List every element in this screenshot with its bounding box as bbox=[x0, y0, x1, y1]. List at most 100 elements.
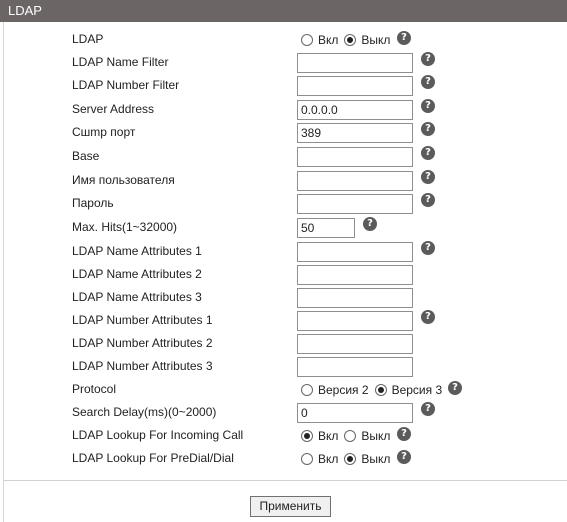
setting-row: Имя пользователя? bbox=[0, 170, 567, 191]
radio-button[interactable] bbox=[301, 34, 313, 46]
setting-row: Search Delay(ms)(0~2000)? bbox=[0, 402, 567, 423]
setting-control bbox=[297, 194, 413, 214]
help-icon[interactable]: ? bbox=[421, 99, 435, 113]
divider bbox=[4, 480, 567, 481]
setting-row: LDAP Lookup For Incoming Call Вкл Выкл? bbox=[0, 426, 567, 446]
help-icon[interactable]: ? bbox=[421, 310, 435, 324]
setting-control: Вкл Выкл bbox=[297, 30, 392, 50]
setting-label: Max. Hits(1~32000) bbox=[72, 220, 178, 234]
radio-label: Выкл bbox=[361, 452, 391, 466]
setting-control: Вкл Выкл bbox=[297, 426, 392, 446]
section-title: LDAP bbox=[8, 3, 42, 18]
setting-row: LDAP Name Filter? bbox=[0, 52, 567, 73]
radio-button[interactable] bbox=[301, 453, 313, 465]
setting-row: Сшmp порт? bbox=[0, 122, 567, 143]
setting-label: LDAP Number Filter bbox=[72, 78, 180, 92]
help-icon[interactable]: ? bbox=[421, 146, 435, 160]
text-input[interactable] bbox=[297, 100, 413, 120]
text-input[interactable] bbox=[297, 311, 413, 331]
setting-label: LDAP Number Attributes 2 bbox=[72, 336, 213, 350]
setting-label: LDAP Lookup For Incoming Call bbox=[72, 428, 244, 442]
setting-control: Версия 2 Версия 3 bbox=[297, 380, 444, 400]
radio-button[interactable] bbox=[344, 453, 357, 465]
setting-control bbox=[297, 403, 413, 423]
setting-label: LDAP bbox=[72, 32, 104, 46]
text-input[interactable] bbox=[297, 76, 413, 96]
setting-row: Пароль? bbox=[0, 193, 567, 214]
setting-label: Base bbox=[72, 149, 100, 163]
text-input[interactable] bbox=[297, 147, 413, 167]
setting-row: LDAP Lookup For PreDial/Dial Вкл Выкл? bbox=[0, 449, 567, 469]
setting-label: LDAP Lookup For PreDial/Dial bbox=[72, 451, 234, 465]
radio-button[interactable] bbox=[301, 384, 313, 396]
setting-control bbox=[297, 242, 413, 262]
radio-button[interactable] bbox=[374, 384, 387, 396]
text-input[interactable] bbox=[297, 123, 413, 143]
setting-row: LDAP Number Attributes 3 bbox=[0, 357, 567, 377]
apply-button[interactable]: Применить bbox=[250, 496, 331, 517]
setting-control bbox=[297, 171, 413, 191]
setting-control bbox=[297, 357, 413, 377]
help-icon[interactable]: ? bbox=[397, 427, 411, 441]
radio-label: Версия 3 bbox=[391, 383, 443, 397]
setting-label: LDAP Number Attributes 1 bbox=[72, 313, 213, 327]
setting-row: LDAP Name Attributes 3 bbox=[0, 288, 567, 308]
setting-label: LDAP Name Attributes 3 bbox=[72, 290, 202, 304]
radio-button[interactable] bbox=[344, 34, 357, 46]
setting-label: LDAP Name Attributes 1 bbox=[72, 244, 202, 258]
setting-control bbox=[297, 100, 413, 120]
setting-row: Server Address? bbox=[0, 99, 567, 120]
setting-row: LDAP Name Attributes 2 bbox=[0, 265, 567, 285]
help-icon[interactable]: ? bbox=[397, 31, 411, 45]
setting-control bbox=[297, 123, 413, 143]
setting-label: LDAP Name Attributes 2 bbox=[72, 267, 202, 281]
setting-control bbox=[297, 147, 413, 167]
setting-row: Base? bbox=[0, 146, 567, 167]
text-input[interactable] bbox=[297, 194, 413, 214]
help-icon[interactable]: ? bbox=[421, 122, 435, 136]
radio-label: Версия 2 bbox=[318, 383, 369, 397]
text-input[interactable] bbox=[297, 218, 355, 238]
text-input[interactable] bbox=[297, 403, 413, 423]
help-icon[interactable]: ? bbox=[363, 217, 377, 231]
setting-label: LDAP Number Attributes 3 bbox=[72, 359, 213, 373]
section-header: LDAP bbox=[0, 0, 567, 22]
setting-label: Сшmp порт bbox=[72, 125, 136, 139]
radio-label: Вкл bbox=[318, 33, 339, 47]
radio-button[interactable] bbox=[301, 430, 313, 442]
setting-label: Protocol bbox=[72, 382, 117, 396]
help-icon[interactable]: ? bbox=[421, 52, 435, 66]
text-input[interactable] bbox=[297, 334, 413, 354]
text-input[interactable] bbox=[297, 357, 413, 377]
setting-control bbox=[297, 53, 413, 73]
radio-label: Выкл bbox=[361, 429, 391, 443]
help-icon[interactable]: ? bbox=[421, 75, 435, 89]
setting-row: LDAP Number Filter? bbox=[0, 75, 567, 96]
setting-control bbox=[297, 334, 413, 354]
text-input[interactable] bbox=[297, 288, 413, 308]
help-icon[interactable]: ? bbox=[448, 381, 462, 395]
setting-control bbox=[297, 288, 413, 308]
radio-button[interactable] bbox=[344, 430, 357, 442]
radio-label: Выкл bbox=[361, 33, 391, 47]
help-icon[interactable]: ? bbox=[421, 402, 435, 416]
text-input[interactable] bbox=[297, 265, 413, 285]
setting-row: LDAP Number Attributes 1? bbox=[0, 310, 567, 331]
setting-control bbox=[297, 218, 355, 238]
text-input[interactable] bbox=[297, 242, 413, 262]
setting-label: Server Address bbox=[72, 102, 155, 116]
text-input[interactable] bbox=[297, 53, 413, 73]
radio-label: Вкл bbox=[318, 429, 339, 443]
help-icon[interactable]: ? bbox=[421, 170, 435, 184]
help-icon[interactable]: ? bbox=[421, 193, 435, 207]
help-icon[interactable]: ? bbox=[397, 450, 411, 464]
setting-label: Имя пользователя bbox=[72, 173, 175, 187]
text-input[interactable] bbox=[297, 171, 413, 191]
radio-label: Вкл bbox=[318, 452, 339, 466]
setting-label: LDAP Name Filter bbox=[72, 55, 169, 69]
setting-row: LDAP Number Attributes 2 bbox=[0, 334, 567, 354]
setting-control bbox=[297, 311, 413, 331]
help-icon[interactable]: ? bbox=[421, 241, 435, 255]
setting-control: Вкл Выкл bbox=[297, 449, 392, 469]
setting-control bbox=[297, 265, 413, 285]
